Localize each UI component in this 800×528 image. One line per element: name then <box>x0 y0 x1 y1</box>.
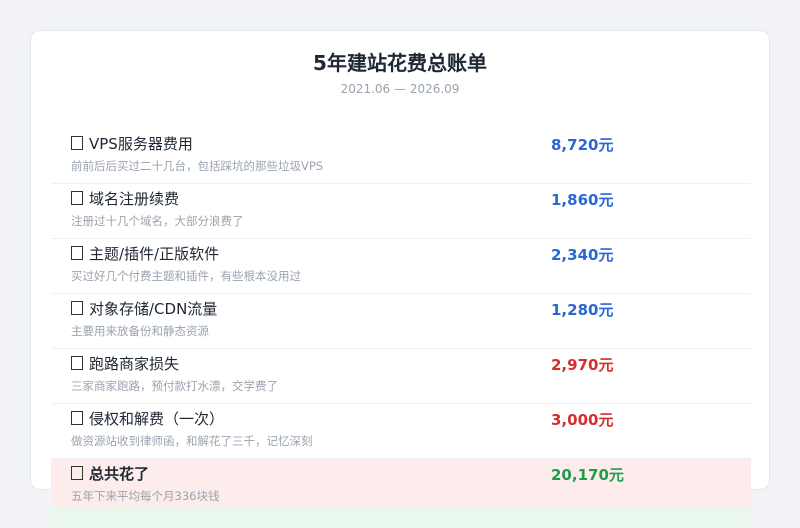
total-name: 总共花了 <box>71 463 149 484</box>
expense-desc: 三家商家跑路，预付款打水漂，交学费了 <box>71 379 278 393</box>
legal-icon <box>71 411 83 425</box>
expense-name: 侵权和解费（一次） <box>71 408 224 429</box>
expense-name: 对象存储/CDN流量 <box>71 298 217 319</box>
expense-name: 主题/插件/正版软件 <box>71 243 219 264</box>
expense-amount: 3,000元 <box>551 411 614 429</box>
expense-amount: 1,860元 <box>551 191 614 209</box>
expense-desc: 买过好几个付费主题和插件，有些根本没用过 <box>71 269 301 283</box>
expense-amount: 2,340元 <box>551 246 614 264</box>
expense-name: VPS服务器费用 <box>71 133 193 154</box>
expense-row-legal: 侵权和解费（一次） 做资源站收到律师函，和解花了三千，记忆深刻 3,000元 <box>51 404 751 459</box>
globe-icon <box>71 191 83 205</box>
sum-icon <box>71 466 83 480</box>
expense-desc: 主要用来放备份和静态资源 <box>71 324 209 338</box>
expense-row-storage: 对象存储/CDN流量 主要用来放备份和静态资源 1,280元 <box>51 294 751 349</box>
expense-list: VPS服务器费用 前前后后买过二十几台，包括踩坑的那些垃圾VPS 8,720元 … <box>51 129 751 514</box>
expense-desc: 注册过十几个域名，大部分浪费了 <box>71 214 244 228</box>
total-amount: 20,170元 <box>551 466 624 484</box>
page-title: 5年建站花费总账单 <box>313 51 487 75</box>
storage-icon <box>71 301 83 315</box>
total-row: 总共花了 五年下来平均每个月336块钱 20,170元 <box>51 459 751 514</box>
expense-amount: 2,970元 <box>551 356 614 374</box>
total-desc: 五年下来平均每个月336块钱 <box>71 489 220 503</box>
expense-name: 域名注册续费 <box>71 188 179 209</box>
expense-name: 跑路商家损失 <box>71 353 179 374</box>
expense-row-runaway: 跑路商家损失 三家商家跑路，预付款打水漂，交学费了 2,970元 <box>51 349 751 404</box>
expense-desc: 前前后后买过二十几台，包括踩坑的那些垃圾VPS <box>71 159 324 173</box>
next-row-peek <box>50 508 750 528</box>
bill-card: 5年建站花费总账单 2021.06 — 2026.09 VPS服务器费用 前前后… <box>30 30 770 514</box>
expense-desc: 做资源站收到律师函，和解花了三千，记忆深刻 <box>71 434 313 448</box>
expense-row-themes: 主题/插件/正版软件 买过好几个付费主题和插件，有些根本没用过 2,340元 <box>51 239 751 294</box>
puzzle-icon <box>71 246 83 260</box>
expense-amount: 8,720元 <box>551 136 614 154</box>
expense-row-domain: 域名注册续费 注册过十几个域名，大部分浪费了 1,860元 <box>51 184 751 239</box>
expense-row-vps: VPS服务器费用 前前后后买过二十几台，包括踩坑的那些垃圾VPS 8,720元 <box>51 129 751 184</box>
period-label: 2021.06 — 2026.09 <box>340 82 460 96</box>
expense-amount: 1,280元 <box>551 301 614 319</box>
runaway-icon <box>71 356 83 370</box>
money-icon <box>71 136 83 150</box>
